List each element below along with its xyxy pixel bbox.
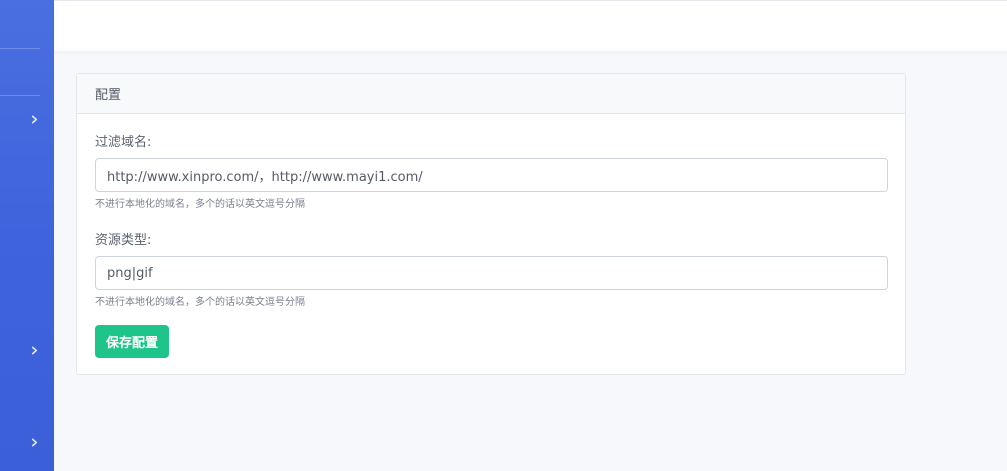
chevron-right-icon[interactable] [27, 343, 41, 357]
filter-domain-label: 过滤域名: [95, 135, 152, 150]
filter-domain-input[interactable] [95, 158, 888, 192]
config-form: 过滤域名: 不进行本地化的域名，多个的话以英文逗号分隔 资源类型: 不进行本地化… [77, 134, 905, 358]
config-card: 配置 过滤域名: 不进行本地化的域名，多个的话以英文逗号分隔 资源类型: 不进行… [76, 73, 906, 375]
save-config-button[interactable]: 保存配置 [95, 325, 170, 358]
sidebar-divider [0, 48, 40, 49]
sidebar [0, 0, 54, 471]
card-title: 配置 [77, 74, 905, 114]
resource-type-label: 资源类型: [95, 233, 152, 248]
resource-type-input[interactable] [95, 256, 888, 290]
resource-type-help: 不进行本地化的域名，多个的话以英文逗号分隔 [95, 297, 305, 308]
top-header [54, 0, 1007, 51]
chevron-right-icon[interactable] [27, 435, 41, 449]
filter-domain-help: 不进行本地化的域名，多个的话以英文逗号分隔 [95, 199, 305, 210]
sidebar-divider [0, 95, 40, 96]
chevron-right-icon[interactable] [27, 112, 41, 126]
